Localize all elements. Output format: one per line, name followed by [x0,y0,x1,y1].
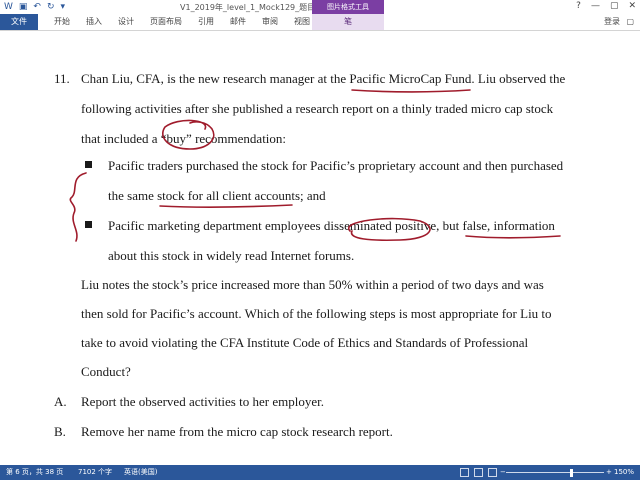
save-icon[interactable]: ▣ [19,1,28,13]
ribbon-display-icon[interactable]: ▢ [626,14,634,30]
zoom-level[interactable]: 150% [614,465,634,480]
question-line-3: that included a “buy” recommendation: [81,131,287,146]
tab-review[interactable]: 审阅 [254,14,286,30]
quick-access-toolbar: W ▣ ↶ ↻ ▾ [4,1,65,13]
option-a-text: Report the observed activities to her em… [81,394,324,409]
ink-underline-client-accounts [159,204,293,208]
zoom-slider-thumb[interactable] [570,469,573,477]
ink-underline-false-info [465,235,561,239]
ribbon-tabs: 开始 插入 设计 页面布局 引用 邮件 审阅 视图 [46,14,318,30]
read-mode-icon[interactable] [460,468,469,477]
tab-references[interactable]: 引用 [190,14,222,30]
tab-insert[interactable]: 插入 [78,14,110,30]
zoom-out-icon[interactable]: − [500,465,506,480]
customize-toolbar-icon[interactable]: ▾ [61,1,66,13]
minimize-icon[interactable]: — [591,0,600,13]
option-b-text: Remove her name from the micro cap stock… [81,424,393,439]
tab-mailings[interactable]: 邮件 [222,14,254,30]
option-a-letter: A. [54,394,67,409]
zoom-in-icon[interactable]: + [606,465,612,480]
zoom-slider[interactable] [506,472,604,473]
paragraph-2-line-3: take to avoid violating the CFA Institut… [81,335,529,350]
bullet-marker [85,221,92,228]
tab-home[interactable]: 开始 [46,14,78,30]
paragraph-2-line-2: then sold for Pacific’s account. Which o… [81,306,552,321]
title-bar: W ▣ ↶ ↻ ▾ V1_2019年_level_1_Mock129_题目 [兼… [0,0,640,14]
help-icon[interactable]: ? [576,0,581,13]
document-page[interactable]: 11. Chan Liu, CFA, is the new research m… [0,31,640,465]
login-link[interactable]: 登录 [604,14,620,30]
option-b-letter: B. [54,424,66,439]
undo-icon[interactable]: ↶ [33,1,41,13]
ink-underline-fund [351,89,471,93]
paragraph-2-line-1: Liu notes the stock’s price increased mo… [81,277,544,292]
status-bar: 第 6 页，共 38 页 7102 个字 英语(美国) − + 150% [0,465,640,480]
question-number: 11. [54,71,70,86]
question-line-2: following activities after she published… [81,101,554,116]
window-controls: ? — ▢ ✕ [576,0,636,13]
ink-bracket [69,172,87,242]
tab-file[interactable]: 文件 [0,14,38,30]
word-logo-icon[interactable]: W [4,1,13,13]
context-group-label: 图片格式工具 [312,0,384,14]
redo-icon[interactable]: ↻ [47,1,55,13]
page-count[interactable]: 第 6 页，共 38 页 [6,465,63,480]
tab-design[interactable]: 设计 [110,14,142,30]
bullet-2-line-2: about this stock in widely read Internet… [108,248,355,263]
print-layout-icon[interactable] [474,468,483,477]
bullet-marker [85,161,92,168]
tab-page-layout[interactable]: 页面布局 [142,14,190,30]
paragraph-2-line-4: Conduct? [81,364,131,379]
bullet-2-line-1: Pacific marketing department employees d… [108,218,555,233]
tab-pen[interactable]: 笔 [312,14,384,30]
maximize-icon[interactable]: ▢ [610,0,619,13]
web-layout-icon[interactable] [488,468,497,477]
language-indicator[interactable]: 英语(美国) [124,465,157,480]
word-count[interactable]: 7102 个字 [78,465,112,480]
bullet-1-line-2: the same stock for all client accounts; … [108,188,326,203]
ribbon-tab-bar: 文件 开始 插入 设计 页面布局 引用 邮件 审阅 视图 笔 登录 ▢ [0,14,640,31]
question-line-1: Chan Liu, CFA, is the new research manag… [81,71,566,86]
bullet-1-line-1: Pacific traders purchased the stock for … [108,158,564,173]
close-icon[interactable]: ✕ [628,0,636,13]
